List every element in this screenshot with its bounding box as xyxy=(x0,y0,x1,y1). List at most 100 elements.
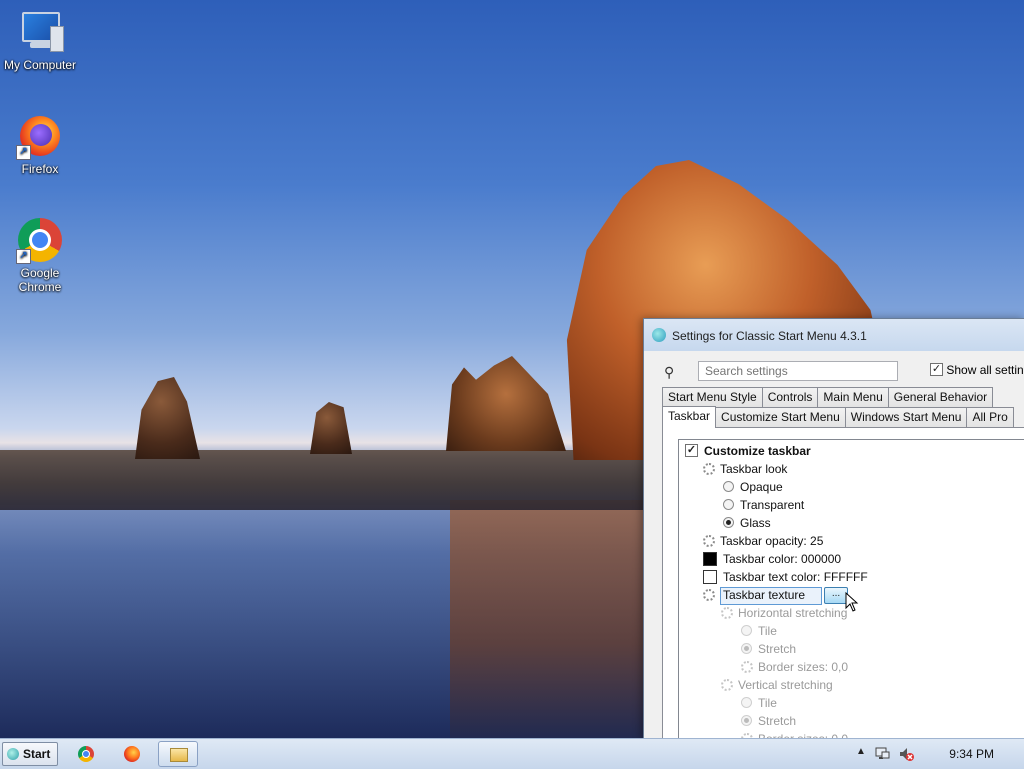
gear-icon xyxy=(703,588,715,601)
wallpaper-rock xyxy=(135,377,200,459)
taskbar: Start ▲ 9:34 PM xyxy=(0,738,1024,769)
tab-controls[interactable]: Controls xyxy=(761,387,819,407)
classic-shell-icon xyxy=(652,328,666,342)
desktop-icon-my-computer[interactable]: My Computer xyxy=(0,8,80,72)
tree-item-h-stretch[interactable]: Stretch xyxy=(741,640,796,658)
tab-row-2: Taskbar Customize Start Menu Windows Start… xyxy=(662,406,1024,428)
tab-taskbar[interactable]: Taskbar xyxy=(662,406,717,428)
tree-item-taskbar-texture[interactable]: Taskbar texture xyxy=(703,586,823,605)
color-swatch-white xyxy=(703,569,717,584)
color-swatch-black xyxy=(703,551,717,566)
explorer-icon xyxy=(170,748,188,762)
tree-item-label: Stretch xyxy=(758,714,797,728)
tree-item-label: Tile xyxy=(758,696,777,710)
tree-item-label: Taskbar text color: FFFFFF xyxy=(723,570,868,584)
firefox-icon xyxy=(124,746,140,762)
tab-all-programs[interactable]: All Pro xyxy=(966,407,1014,427)
search-row: ⚲ ✓ Show all settings xyxy=(660,361,1024,383)
tree-item-transparent[interactable]: Transparent xyxy=(723,496,804,514)
radio-selected-icon xyxy=(741,643,752,655)
tab-start-menu-style[interactable]: Start Menu Style xyxy=(662,387,763,407)
tree-item-glass[interactable]: Glass xyxy=(723,514,771,532)
chrome-icon xyxy=(78,746,94,762)
window-titlebar[interactable]: Settings for Classic Start Menu 4.3.1 xyxy=(644,319,1024,351)
network-icon[interactable] xyxy=(874,746,890,762)
tree-item-label: Opaque xyxy=(740,480,783,494)
start-button[interactable]: Start xyxy=(2,742,58,766)
tree-item-v-stretch[interactable]: Stretch xyxy=(741,712,796,730)
tab-customize-start-menu[interactable]: Customize Start Menu xyxy=(715,407,846,427)
checkbox-checked-icon: ✓ xyxy=(685,444,698,458)
search-input[interactable] xyxy=(698,361,898,381)
desktop-icon-chrome[interactable]: ↗ Google Chrome xyxy=(0,216,80,294)
gear-icon xyxy=(721,678,733,691)
tree-item-label: Vertical stretching xyxy=(738,678,833,692)
settings-window: Settings for Classic Start Menu 4.3.1 ⚲ … xyxy=(643,318,1024,749)
tree-item-label: Border sizes: 0,0 xyxy=(758,660,849,674)
taskbar-app-chrome[interactable] xyxy=(66,741,106,767)
start-orb-icon xyxy=(7,748,19,760)
tree-item-label: Transparent xyxy=(740,498,805,512)
tab-windows-start-menu[interactable]: Windows Start Menu xyxy=(844,407,968,427)
tab-row-1: Start Menu Style Controls Main Menu General… xyxy=(662,387,1024,407)
taskbar-texture-field[interactable]: Taskbar texture xyxy=(720,587,823,605)
desktop-icon-label: My Computer xyxy=(3,58,77,72)
settings-tree[interactable]: ✓ Customize taskbar Taskbar look Opaque T… xyxy=(678,439,1024,741)
start-label: Start xyxy=(23,747,51,761)
wallpaper-shore xyxy=(0,450,645,510)
tree-item-label: Horizontal stretching xyxy=(738,606,848,620)
desktop-icon-label: Google Chrome xyxy=(18,266,62,294)
radio-icon xyxy=(741,697,752,709)
show-hidden-icons-arrow[interactable]: ▲ xyxy=(856,746,866,757)
wallpaper-rock xyxy=(446,356,566,451)
tree-item-h-border-sizes[interactable]: Border sizes: 0,0 xyxy=(741,658,848,676)
radio-selected-icon xyxy=(723,517,734,529)
tree-item-vertical-stretching[interactable]: Vertical stretching xyxy=(721,676,833,694)
tree-item-taskbar-look[interactable]: Taskbar look xyxy=(703,460,787,478)
clock[interactable]: 9:34 PM xyxy=(949,747,994,761)
tree-item-label: Glass xyxy=(740,516,771,530)
tab-main-menu[interactable]: Main Menu xyxy=(817,387,889,407)
tree-item-label: Customize taskbar xyxy=(704,444,811,458)
window-title: Settings for Classic Start Menu 4.3.1 xyxy=(672,329,867,343)
wallpaper-reflection xyxy=(450,500,645,738)
desktop-icon-firefox[interactable]: ↗ Firefox xyxy=(0,112,80,176)
firefox-icon: ↗ xyxy=(16,112,64,160)
taskbar-app-explorer[interactable] xyxy=(158,741,198,767)
search-icon: ⚲ xyxy=(664,364,675,380)
tree-item-taskbar-color[interactable]: Taskbar color: 000000 xyxy=(703,550,841,568)
gear-icon xyxy=(721,606,733,619)
radio-icon xyxy=(741,625,752,637)
show-all-settings-checkbox[interactable]: ✓ Show all settings xyxy=(930,363,1024,377)
mouse-cursor-icon xyxy=(845,592,859,612)
radio-icon xyxy=(723,499,734,511)
gear-icon xyxy=(703,534,715,547)
shortcut-arrow-icon: ↗ xyxy=(16,145,31,160)
gear-icon xyxy=(741,660,753,673)
tree-item-h-tile[interactable]: Tile xyxy=(741,622,777,640)
tree-item-label: Taskbar opacity: 25 xyxy=(720,534,824,548)
radio-icon xyxy=(723,481,734,493)
volume-muted-icon[interactable] xyxy=(898,746,914,762)
wallpaper-rock xyxy=(310,402,352,454)
gear-icon xyxy=(703,462,715,475)
system-tray: ▲ 9:34 PM xyxy=(854,739,1024,769)
chrome-icon: ↗ xyxy=(16,216,64,264)
radio-selected-icon xyxy=(741,715,752,727)
tree-item-label: Tile xyxy=(758,624,777,638)
tab-general-behavior[interactable]: General Behavior xyxy=(887,387,994,407)
show-all-label: Show all settings xyxy=(946,363,1024,377)
tree-item-customize-taskbar[interactable]: ✓ Customize taskbar xyxy=(685,442,811,460)
tree-item-v-tile[interactable]: Tile xyxy=(741,694,777,712)
tree-item-taskbar-text-color[interactable]: Taskbar text color: FFFFFF xyxy=(703,568,868,586)
tree-item-horizontal-stretching[interactable]: Horizontal stretching xyxy=(721,604,847,622)
desktop-icon-label: Firefox xyxy=(21,162,59,176)
tree-item-label: Taskbar color: 000000 xyxy=(723,552,842,566)
my-computer-icon xyxy=(16,8,64,56)
shortcut-arrow-icon: ↗ xyxy=(16,249,31,264)
tree-item-taskbar-opacity[interactable]: Taskbar opacity: 25 xyxy=(703,532,823,550)
tree-item-label: Taskbar look xyxy=(720,462,788,476)
window-client: ⚲ ✓ Show all settings Start Menu StyleCo… xyxy=(650,351,1024,749)
tree-item-opaque[interactable]: Opaque xyxy=(723,478,783,496)
taskbar-app-firefox[interactable] xyxy=(112,741,152,767)
